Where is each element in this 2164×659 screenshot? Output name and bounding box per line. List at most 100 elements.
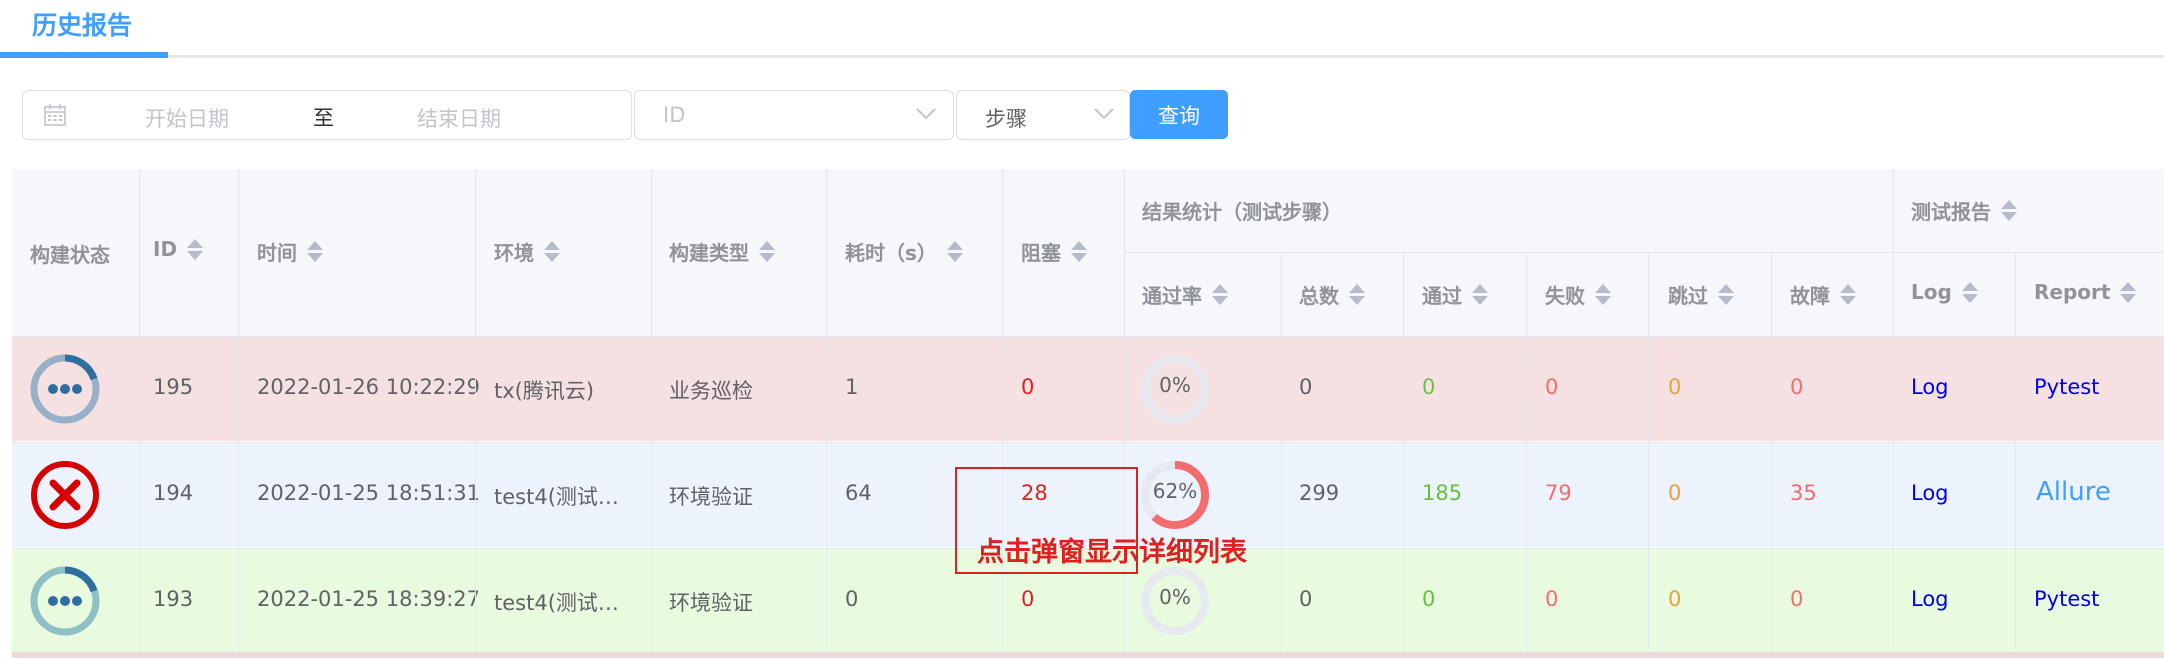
pass-rate-label: 62%	[1152, 479, 1198, 503]
query-button[interactable]: 查询	[1130, 90, 1228, 139]
row-passed: 0	[1422, 375, 1436, 399]
header-blocked[interactable]: 阻塞	[1021, 237, 1087, 266]
running-status-icon	[30, 354, 100, 424]
chevron-down-icon	[1094, 108, 1114, 120]
row-duration: 64	[845, 481, 872, 505]
column-divider	[1526, 252, 1527, 656]
sort-icon	[187, 238, 204, 260]
column-divider	[1648, 252, 1649, 656]
row-id: 195	[153, 375, 194, 399]
row-failed: 0	[1545, 375, 1559, 399]
row-env: test4(测试…	[494, 591, 619, 615]
sort-icon	[1472, 284, 1488, 305]
tab-bar: 历史报告	[0, 0, 2164, 58]
failed-status-icon	[31, 461, 99, 529]
row-broken: 0	[1790, 587, 1804, 611]
step-select-value: 步骤	[985, 107, 1027, 131]
id-select[interactable]: ID	[634, 90, 954, 140]
row-build-type: 业务巡检	[669, 379, 753, 403]
row-failed: 79	[1545, 481, 1572, 505]
row-failed: 0	[1545, 587, 1559, 611]
header-passed[interactable]: 通过	[1422, 280, 1488, 309]
log-link[interactable]: Log	[1911, 587, 1949, 611]
header-failed[interactable]: 失败	[1545, 280, 1611, 309]
header-divider	[1124, 252, 2164, 253]
history-table: 195 2022-01-26 10:22:29 tx(腾讯云) 业务巡检 1 0…	[12, 169, 2164, 656]
header-pass-rate[interactable]: 通过率	[1142, 280, 1228, 309]
row-divider	[12, 442, 2164, 443]
row-time: 2022-01-26 10:22:29	[257, 375, 481, 399]
row-skipped: 0	[1668, 375, 1682, 399]
log-link[interactable]: Log	[1911, 481, 1949, 505]
row-skipped: 0	[1668, 587, 1682, 611]
tab-active-indicator	[0, 52, 168, 58]
date-separator: 至	[313, 106, 334, 130]
header-total[interactable]: 总数	[1299, 280, 1365, 309]
row-env: tx(腾讯云)	[494, 379, 595, 403]
header-log[interactable]: Log	[1911, 280, 1978, 304]
column-divider	[475, 169, 476, 656]
header-env[interactable]: 环境	[494, 237, 560, 266]
tab-label: 历史报告	[32, 11, 133, 40]
sort-icon	[1961, 281, 1978, 303]
row-env: test4(测试…	[494, 485, 619, 509]
pass-rate-label: 0%	[1159, 373, 1191, 397]
header-broken[interactable]: 故障	[1790, 280, 1856, 309]
sort-icon	[759, 241, 775, 262]
table-row[interactable]: 195 2022-01-26 10:22:29 tx(腾讯云) 业务巡检 1 0…	[12, 337, 2164, 441]
header-divider	[12, 336, 2164, 337]
step-select[interactable]: 步骤	[956, 90, 1130, 140]
row-total: 299	[1299, 481, 1340, 505]
row-total: 0	[1299, 587, 1313, 611]
sort-icon	[1718, 284, 1734, 305]
date-range-picker[interactable]: 开始日期 至 结束日期	[22, 90, 632, 140]
column-divider	[1893, 169, 1894, 656]
id-select-placeholder: ID	[663, 103, 686, 127]
sort-icon	[544, 241, 560, 262]
column-divider	[1771, 252, 1772, 656]
sort-icon	[307, 241, 323, 262]
sort-icon	[1595, 284, 1611, 305]
row-id: 194	[153, 481, 194, 505]
header-id[interactable]: ID	[153, 237, 204, 261]
row-blocked[interactable]: 0	[1021, 375, 1034, 399]
table-bottom-border	[12, 652, 2164, 658]
sort-icon	[2120, 281, 2137, 303]
header-skipped[interactable]: 跳过	[1668, 280, 1734, 309]
row-duration: 1	[845, 375, 859, 399]
header-build-type[interactable]: 构建类型	[669, 237, 775, 266]
column-divider	[139, 169, 140, 656]
row-time: 2022-01-25 18:51:31	[257, 481, 481, 505]
sort-icon	[1071, 241, 1087, 262]
sort-icon	[946, 241, 963, 262]
row-passed: 0	[1422, 587, 1436, 611]
report-link[interactable]: Pytest	[2034, 375, 2099, 399]
column-divider	[238, 169, 239, 656]
header-duration[interactable]: 耗时（s）	[845, 237, 963, 266]
log-link[interactable]: Log	[1911, 375, 1949, 399]
column-divider	[1281, 252, 1282, 656]
column-divider	[651, 169, 652, 656]
header-report[interactable]: Report	[2034, 280, 2137, 304]
running-status-icon	[30, 566, 100, 636]
report-link[interactable]: Allure	[2036, 477, 2111, 507]
end-date-input[interactable]: 结束日期	[417, 103, 501, 133]
calendar-icon	[44, 104, 66, 126]
tab-history-report[interactable]: 历史报告	[0, 0, 168, 58]
row-build-type: 环境验证	[669, 485, 753, 509]
report-link[interactable]: Pytest	[2034, 587, 2099, 611]
header-report-group[interactable]: 测试报告	[1911, 196, 2017, 225]
header-time[interactable]: 时间	[257, 237, 323, 266]
row-id: 193	[153, 587, 194, 611]
row-passed: 185	[1422, 481, 1463, 505]
row-broken: 35	[1790, 481, 1817, 505]
column-divider	[1002, 169, 1003, 656]
row-broken: 0	[1790, 375, 1804, 399]
sort-icon	[2001, 200, 2017, 221]
row-blocked[interactable]: 0	[1021, 587, 1034, 611]
start-date-input[interactable]: 开始日期	[145, 103, 229, 133]
row-skipped: 0	[1668, 481, 1682, 505]
header-result-group: 结果统计（测试步骤）	[1142, 200, 1342, 224]
header-status: 构建状态	[30, 243, 110, 267]
sort-icon	[1840, 284, 1856, 305]
